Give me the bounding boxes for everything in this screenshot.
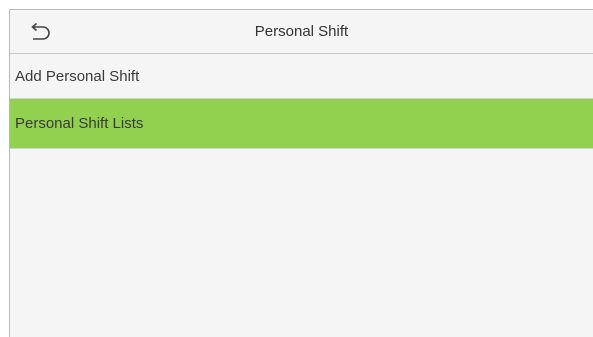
page-title: Personal Shift bbox=[254, 23, 349, 40]
device-screen: Personal Shift Add Personal Shift Person… bbox=[9, 9, 593, 337]
menu-item-label: Personal Shift Lists bbox=[15, 115, 144, 132]
title-bar: Personal Shift bbox=[10, 10, 593, 54]
empty-content-area bbox=[10, 149, 593, 337]
menu-item-label: Add Personal Shift bbox=[15, 68, 140, 85]
menu-item-add-personal-shift[interactable]: Add Personal Shift bbox=[10, 54, 593, 99]
menu-item-personal-shift-lists[interactable]: Personal Shift Lists bbox=[10, 99, 593, 149]
